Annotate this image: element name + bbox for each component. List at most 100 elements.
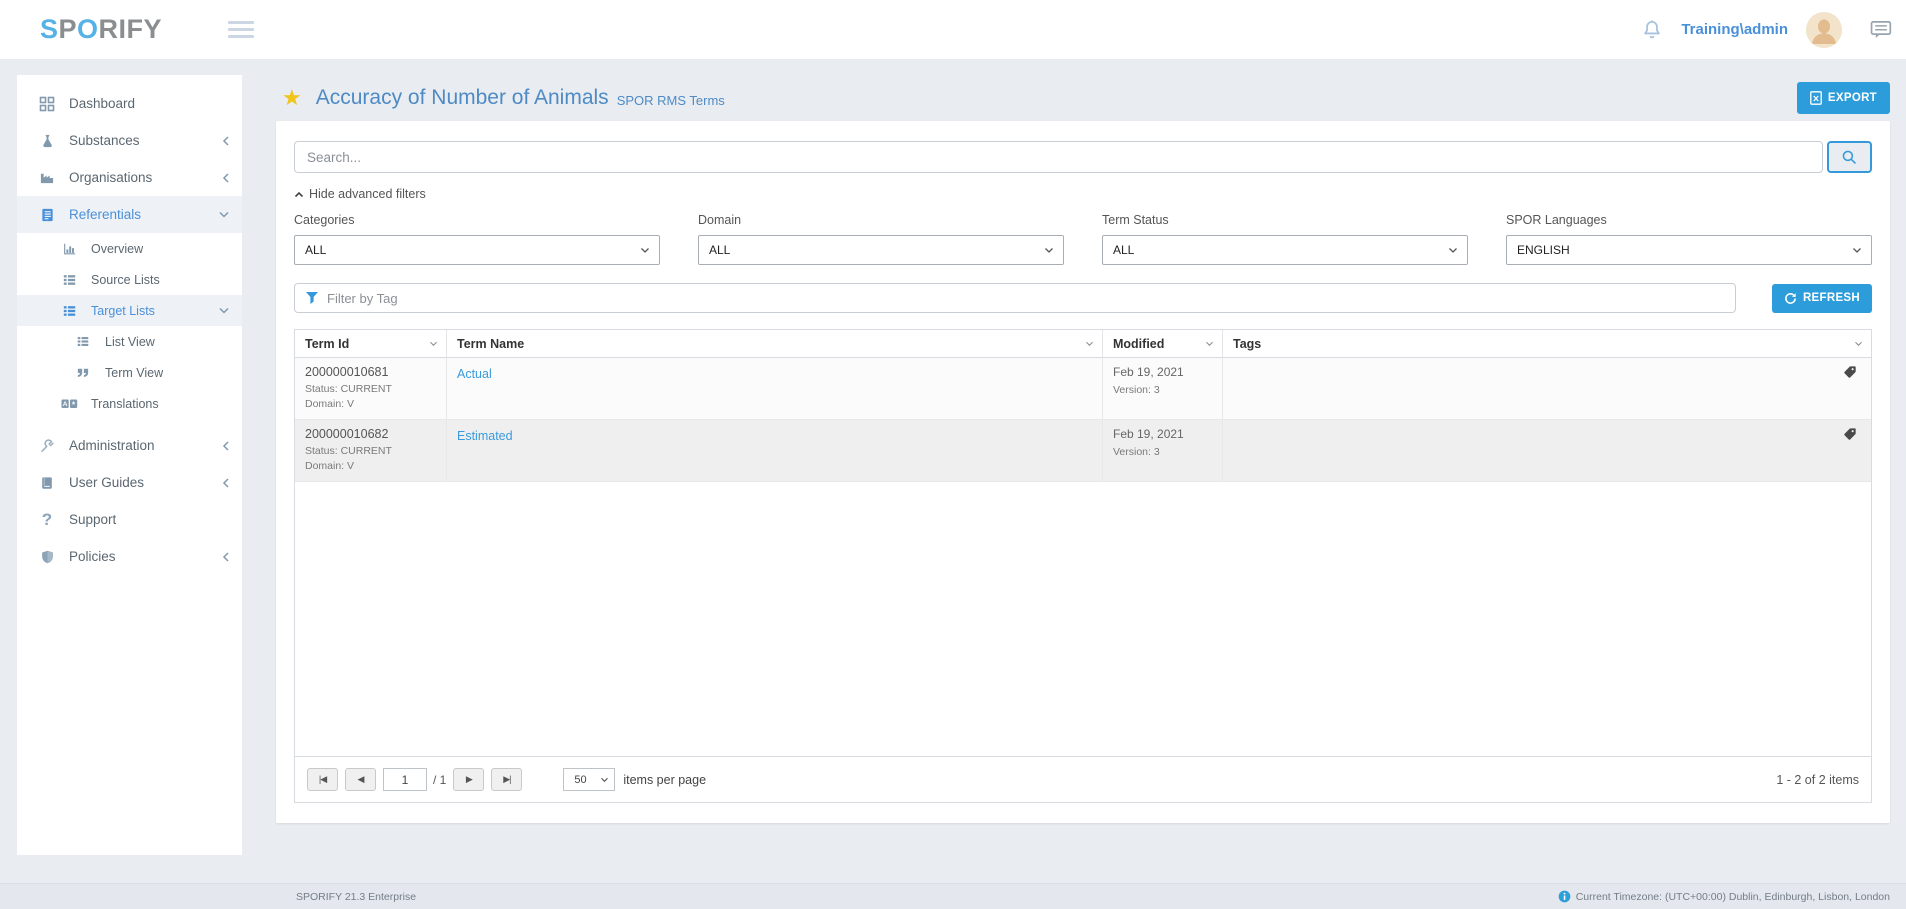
sidebar-item-target-lists[interactable]: Target Lists — [17, 295, 242, 326]
app-version-label: SPORIFY 21.3 Enterprise — [296, 891, 416, 903]
items-per-page-label: items per page — [623, 773, 706, 787]
sidebar-item-term-view[interactable]: Term View — [17, 357, 242, 388]
factory-icon — [37, 170, 57, 185]
domain-select[interactable]: ALL — [698, 235, 1064, 265]
sidebar-item-label: Term View — [105, 366, 230, 380]
table-row[interactable]: 200000010681 Status: CURRENT Domain: V A… — [295, 358, 1871, 420]
filter-term-status: Term Status ALL — [1102, 213, 1468, 265]
svg-text:A: A — [62, 401, 67, 408]
modified-cell: Feb 19, 2021 Version: 3 — [1103, 420, 1223, 481]
last-page-button[interactable]: ▶| — [491, 768, 522, 791]
term-name-cell: Actual — [447, 358, 1103, 419]
page-title-bar: ★ Accuracy of Number of Animals SPOR RMS… — [276, 75, 1890, 121]
sidebar-item-organisations[interactable]: Organisations — [17, 159, 242, 196]
list-icon — [59, 304, 79, 318]
caret-up-icon — [294, 191, 304, 198]
column-menu-chevron-icon[interactable] — [429, 341, 438, 347]
book-icon — [37, 475, 57, 491]
avatar[interactable] — [1806, 12, 1842, 48]
column-menu-chevron-icon[interactable] — [1854, 341, 1863, 347]
term-link[interactable]: Estimated — [457, 429, 513, 443]
sidebar-item-source-lists[interactable]: Source Lists — [17, 264, 242, 295]
sidebar-item-list-view[interactable]: List View — [17, 326, 242, 357]
filter-categories: Categories ALL — [294, 213, 660, 265]
refresh-icon — [1784, 292, 1797, 305]
sidebar-item-label: Referentials — [69, 207, 218, 222]
referentials-journal-icon — [37, 207, 57, 223]
term-id-cell: 200000010682 Status: CURRENT Domain: V — [295, 420, 447, 481]
chevron-left-icon — [222, 551, 230, 563]
tag-icon[interactable] — [1843, 427, 1857, 474]
column-menu-chevron-icon[interactable] — [1205, 341, 1214, 347]
hamburger-menu-icon[interactable] — [228, 21, 254, 38]
first-page-button[interactable]: |◀ — [307, 768, 338, 791]
filter-label: Categories — [294, 213, 660, 227]
page-count-label: / 1 — [433, 773, 446, 787]
chevron-left-icon — [222, 135, 230, 147]
table-header-row: Term Id Term Name Modified Tags — [295, 330, 1871, 358]
filter-domain: Domain ALL — [698, 213, 1064, 265]
term-link[interactable]: Actual — [457, 367, 492, 381]
terms-table: Term Id Term Name Modified Tags — [294, 329, 1872, 803]
notification-bell-icon[interactable] — [1641, 18, 1663, 42]
page-number-input[interactable] — [383, 768, 427, 791]
feedback-chat-icon[interactable] — [1870, 20, 1892, 40]
wrench-icon — [37, 438, 57, 454]
term-status-select[interactable]: ALL — [1102, 235, 1468, 265]
logo-text: S — [40, 14, 59, 44]
spor-languages-select[interactable]: ENGLISH — [1506, 235, 1872, 265]
column-header-term-id[interactable]: Term Id — [295, 330, 447, 357]
question-mark-icon: ? — [37, 510, 57, 530]
quotes-icon — [73, 367, 93, 379]
sidebar-nav: Dashboard Substances Organisations Refer… — [17, 75, 242, 855]
sidebar-item-support[interactable]: ? Support — [17, 501, 242, 538]
sidebar-item-policies[interactable]: Policies — [17, 538, 242, 575]
page-title: Accuracy of Number of Animals — [316, 86, 609, 110]
filter-spor-languages: SPOR Languages ENGLISH — [1506, 213, 1872, 265]
table-row[interactable]: 200000010682 Status: CURRENT Domain: V E… — [295, 420, 1871, 482]
next-page-button[interactable]: ▶ — [453, 768, 484, 791]
column-header-modified[interactable]: Modified — [1103, 330, 1223, 357]
sidebar-item-administration[interactable]: Administration — [17, 427, 242, 464]
table-empty-area — [295, 482, 1871, 756]
footer-bar: SPORIFY 21.3 Enterprise Current Timezone… — [0, 883, 1906, 909]
sidebar-item-overview[interactable]: Overview — [17, 233, 242, 264]
sidebar-item-substances[interactable]: Substances — [17, 122, 242, 159]
column-header-term-name[interactable]: Term Name — [447, 330, 1103, 357]
column-header-tags[interactable]: Tags — [1223, 330, 1871, 357]
term-name-cell: Estimated — [447, 420, 1103, 481]
dashboard-grid-icon — [37, 96, 57, 112]
sidebar-item-referentials[interactable]: Referentials — [17, 196, 242, 233]
pagination-bar: |◀ ◀ / 1 ▶ ▶| 50 items per page 1 - 2 of… — [295, 756, 1871, 802]
chevron-left-icon — [222, 477, 230, 489]
page-subtitle: SPOR RMS Terms — [617, 88, 725, 108]
search-input[interactable] — [294, 141, 1823, 173]
tags-cell — [1223, 358, 1871, 419]
app-logo[interactable]: SPORIFY — [40, 14, 162, 45]
refresh-button[interactable]: REFRESH — [1772, 284, 1872, 313]
tag-filter-field — [294, 283, 1736, 313]
sidebar-item-translations[interactable]: A* Translations — [17, 388, 242, 419]
bar-chart-icon — [59, 242, 79, 256]
sidebar-item-label: Support — [69, 512, 230, 527]
app-window: SPORIFY Training\admin Dashboard Su — [0, 0, 1906, 909]
categories-select[interactable]: ALL — [294, 235, 660, 265]
sidebar-item-label: Target Lists — [91, 304, 218, 318]
user-menu[interactable]: Training\admin — [1681, 21, 1788, 38]
items-summary: 1 - 2 of 2 items — [1776, 773, 1859, 787]
sidebar-item-user-guides[interactable]: User Guides — [17, 464, 242, 501]
tag-icon[interactable] — [1843, 365, 1857, 412]
hide-advanced-filters-toggle[interactable]: Hide advanced filters — [294, 187, 1872, 201]
sidebar-item-label: Overview — [91, 242, 230, 256]
export-button[interactable]: EXPORT — [1797, 82, 1890, 114]
items-per-page-select[interactable]: 50 — [563, 768, 615, 791]
favorite-star-icon[interactable]: ★ — [282, 87, 302, 109]
chevron-left-icon — [222, 172, 230, 184]
sidebar-item-label: Policies — [69, 549, 222, 564]
previous-page-button[interactable]: ◀ — [345, 768, 376, 791]
search-button[interactable] — [1827, 141, 1872, 173]
column-menu-chevron-icon[interactable] — [1085, 341, 1094, 347]
sidebar-item-dashboard[interactable]: Dashboard — [17, 85, 242, 122]
content-panel: Hide advanced filters Categories ALL Dom… — [276, 121, 1890, 823]
tag-filter-input[interactable] — [327, 291, 1725, 306]
